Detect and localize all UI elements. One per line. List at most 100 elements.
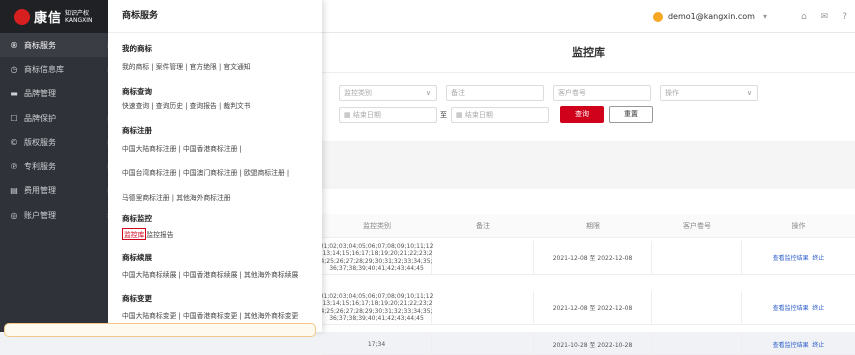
date-range-separator: 至 bbox=[440, 111, 447, 119]
period-cell: 2021-10-28 至 2022-10-28 bbox=[534, 335, 652, 354]
view-results-link[interactable]: 查看监控结果 bbox=[773, 303, 809, 312]
logo-sub-cn: 知识产权 bbox=[65, 9, 90, 17]
main-content: 监控库 监控类别 ∨ 备注 客户卷号 操作 ∨ ▦ 结束日期 至 ▦ 结束日期 查询… bbox=[319, 33, 855, 355]
end-date-placeholder: 结束日期 bbox=[464, 111, 493, 119]
remark-input[interactable]: 备注 bbox=[446, 85, 544, 101]
user-email[interactable]: demo1@kangxin.com bbox=[668, 12, 755, 21]
menu-links[interactable]: 中国大陆商标注册 | 中国香港商标注册 | bbox=[122, 143, 242, 153]
remark-placeholder: 备注 bbox=[451, 89, 465, 97]
menu-links[interactable]: 马德里商标注册 | 其他海外商标注册 bbox=[122, 192, 231, 202]
start-date-input[interactable]: ▦ 结束日期 bbox=[339, 107, 437, 123]
category-select[interactable]: 监控类别 ∨ bbox=[339, 85, 437, 101]
logo-sub-en: KANGXIN bbox=[65, 16, 93, 24]
help-icon[interactable]: ? bbox=[842, 12, 847, 22]
column-header: 监控类别 bbox=[363, 221, 391, 230]
column-header: 期限 bbox=[586, 221, 600, 230]
calendar-icon: ▦ bbox=[344, 111, 353, 119]
table-header: 监控类别 备注 期限 客户卷号 操作 bbox=[322, 214, 855, 238]
document-icon: ▤ bbox=[10, 186, 18, 196]
sidebar-item-label: 账户管理 bbox=[24, 210, 56, 220]
view-results-link[interactable]: 查看监控结果 bbox=[773, 340, 809, 349]
sidebar-item-trademark-service[interactable]: ®商标服务› bbox=[0, 33, 120, 58]
operations-cell: 查看监控结果 终止 bbox=[742, 241, 855, 274]
monitor-library-link[interactable]: 监控库 bbox=[122, 228, 147, 240]
monitor-report-link[interactable]: 监控报告 bbox=[146, 231, 173, 239]
menu-group-title: 商标变更 bbox=[122, 294, 152, 303]
view-results-link[interactable]: 查看监控结果 bbox=[773, 253, 809, 262]
sidebar-item-brand-protection[interactable]: ☐品牌保护› bbox=[0, 106, 120, 130]
sidebar-item-fees[interactable]: ▤费用管理› bbox=[0, 179, 120, 203]
calendar-icon: ▦ bbox=[456, 111, 465, 119]
stop-link[interactable]: 终止 bbox=[812, 253, 824, 262]
sidebar-item-brand-management[interactable]: ▬ 品牌管理 bbox=[0, 82, 120, 106]
operation-select-placeholder: 操作 bbox=[665, 89, 679, 97]
patent-icon: ℗ bbox=[10, 162, 18, 172]
chevron-down-icon[interactable]: ▾ bbox=[763, 12, 767, 21]
sidebar-item-label: 专利服务 bbox=[24, 162, 56, 172]
logo-text: 康信 bbox=[34, 11, 63, 26]
client-number-input[interactable]: 客户卷号 bbox=[553, 85, 651, 101]
sidebar-item-label: 商标信息库 bbox=[24, 64, 64, 74]
menu-group-title: 商标续展 bbox=[122, 253, 152, 262]
menu-group-title: 商标查询 bbox=[122, 87, 152, 96]
sidebar-item-label: 品牌保护 bbox=[24, 113, 56, 123]
column-header: 客户卷号 bbox=[683, 221, 711, 230]
table-row: 17;34 2021-10-28 至 2022-10-28 查看监控结果 终止 bbox=[322, 335, 855, 355]
copyright-icon: © bbox=[10, 137, 18, 147]
menu-links[interactable]: 快速查询 | 查询历史 | 查询报告 | 裁判文书 bbox=[122, 100, 251, 110]
stop-link[interactable]: 终止 bbox=[812, 303, 824, 312]
remark-cell bbox=[432, 291, 534, 324]
remark-cell bbox=[432, 335, 534, 354]
monitor-types-cell: 01;02;03;04;05;06;07;08;09;10;11;12 ;13;… bbox=[319, 241, 434, 274]
notice-bar bbox=[4, 323, 316, 337]
menu-links[interactable]: 中国大陆商标变更 | 中国香港商标变更 | 其他海外商标变更 bbox=[122, 310, 298, 320]
operations-cell: 查看监控结果 终止 bbox=[742, 291, 855, 324]
column-header: 备注 bbox=[476, 221, 490, 230]
mail-icon[interactable]: ✉ bbox=[821, 12, 829, 22]
chevron-down-icon: ∨ bbox=[425, 89, 431, 97]
coin-icon bbox=[652, 11, 663, 22]
shield-icon: ☐ bbox=[10, 113, 18, 123]
briefcase-icon: ▬ bbox=[10, 89, 18, 99]
trademark-service-menu: 商标服务 我的商标 我的商标 | 案件管理 | 官方绝限 | 官文通知 商标查询… bbox=[108, 0, 322, 332]
period-cell: 2021-12-08 至 2022-12-08 bbox=[534, 291, 652, 324]
menu-title: 商标服务 bbox=[108, 0, 322, 33]
sidebar-item-trademark-db[interactable]: ◷商标信息库› bbox=[0, 57, 120, 81]
monitor-types-cell: 01;02;03;04;05;06;07;08;09;10;11;12 ;13;… bbox=[319, 291, 434, 324]
menu-group-title: 商标注册 bbox=[122, 126, 152, 135]
remark-cell bbox=[432, 241, 534, 274]
page-title: 监控库 bbox=[322, 33, 855, 73]
operation-select[interactable]: 操作 ∨ bbox=[660, 85, 758, 101]
sidebar-item-patent[interactable]: ℗专利服务› bbox=[0, 154, 120, 178]
table-row: 01;02;03;04;05;06;07;08;09;10;11;12 ;13;… bbox=[319, 291, 855, 325]
toolbar-band bbox=[322, 141, 855, 189]
menu-links[interactable]: 我的商标 | 案件管理 | 官方绝限 | 官文通知 bbox=[122, 61, 251, 71]
sidebar-item-account[interactable]: ◎账户管理› bbox=[0, 203, 120, 227]
menu-group-title: 我的商标 bbox=[122, 44, 152, 53]
menu-links[interactable]: 中国台湾商标注册 | 中国澳门商标注册 | 欧盟商标注册 | bbox=[122, 167, 289, 177]
table-row: 01;02;03;04;05;06;07;08;09;10;11;12 ;13;… bbox=[319, 241, 855, 275]
sidebar-item-label: 版权服务 bbox=[24, 137, 56, 147]
stop-link[interactable]: 终止 bbox=[812, 340, 824, 349]
chevron-down-icon: ∨ bbox=[746, 89, 752, 97]
search-button[interactable]: 查询 bbox=[560, 106, 604, 123]
menu-links[interactable]: 中国大陆商标续展 | 中国香港商标续展 | 其他海外商标续展 bbox=[122, 269, 298, 279]
menu-group-title: 商标监控 bbox=[122, 214, 152, 223]
client-number-cell bbox=[652, 335, 742, 354]
end-date-input[interactable]: ▦ 结束日期 bbox=[451, 107, 549, 123]
sidebar: 康信 知识产权KANGXIN ®商标服务› ◷商标信息库› ▬品牌管理 ☐品牌保… bbox=[0, 0, 120, 332]
account-icon: ◎ bbox=[10, 210, 18, 220]
operations-cell: 查看监控结果 终止 bbox=[742, 335, 855, 354]
sidebar-item-copyright[interactable]: ©版权服务› bbox=[0, 130, 120, 154]
category-select-placeholder: 监控类别 bbox=[344, 89, 372, 97]
home-icon[interactable]: ⌂ bbox=[801, 12, 807, 22]
logo[interactable]: 康信 知识产权 KANGXIN bbox=[0, 0, 120, 33]
logo-mark-icon bbox=[14, 8, 30, 25]
menu-links: 监控库 监控报告 bbox=[122, 228, 174, 240]
start-date-placeholder: 结束日期 bbox=[352, 111, 381, 119]
column-header: 操作 bbox=[791, 221, 806, 230]
registered-icon: ® bbox=[10, 40, 18, 50]
client-number-cell bbox=[652, 291, 742, 324]
database-icon: ◷ bbox=[10, 64, 18, 74]
reset-button[interactable]: 重置 bbox=[609, 106, 653, 123]
